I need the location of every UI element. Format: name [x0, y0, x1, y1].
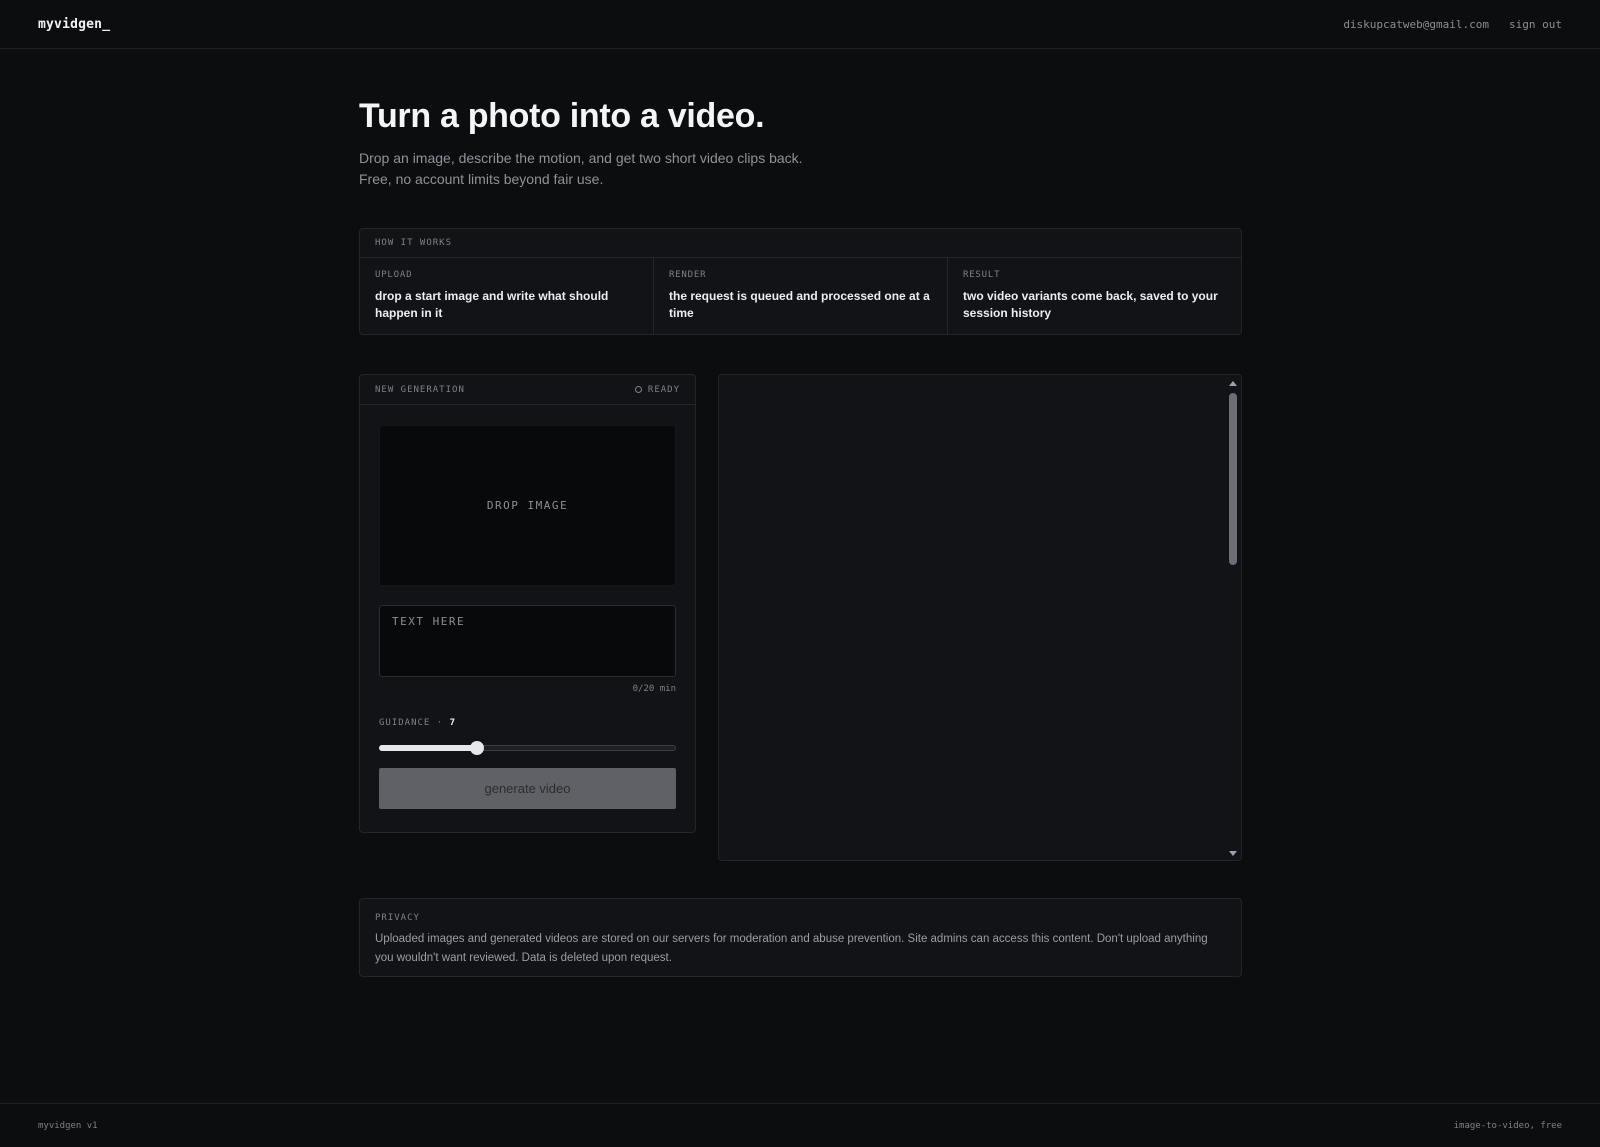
scroll-down-arrow-icon[interactable] [1229, 851, 1237, 856]
step-text: drop a start image and write what should… [375, 289, 609, 320]
step-render: RENDER the request is queued and process… [654, 258, 948, 334]
guidance-value: 7 [449, 718, 457, 728]
page-subtitle: Drop an image, describe the motion, and … [359, 148, 1242, 190]
status-text: READY [647, 384, 680, 395]
generate-video-button[interactable]: generate video [379, 768, 676, 809]
prompt-input[interactable] [379, 605, 676, 677]
generation-header: NEW GENERATION READY [360, 375, 695, 405]
status-badge: READY [634, 384, 680, 395]
footer: myvidgen v1 image-to-video, free [0, 1103, 1600, 1147]
guidance-label: GUIDANCE · 7 [379, 718, 456, 728]
results-panel[interactable] [718, 374, 1242, 861]
char-counter: 0/20 min [632, 684, 676, 694]
step-label: RENDER [669, 270, 707, 280]
step-upload: UPLOAD drop a start image and write what… [360, 258, 654, 334]
new-generation-panel: NEW GENERATION READY DROP IMAGE 0/20 min… [359, 374, 696, 833]
slider-thumb[interactable] [470, 741, 484, 755]
brand-logo[interactable]: myvidgen_ [38, 17, 110, 32]
step-text: the request is queued and processed one … [669, 289, 930, 320]
subtitle-line-2: Free, no account limits beyond fair use. [359, 171, 604, 187]
scroll-up-arrow-icon[interactable] [1229, 381, 1237, 386]
sign-out-link[interactable]: sign out [1509, 18, 1562, 31]
status-indicator-icon [634, 386, 642, 393]
guidance-slider[interactable] [379, 739, 676, 757]
generation-heading: NEW GENERATION [375, 384, 465, 395]
image-dropzone[interactable]: DROP IMAGE [379, 425, 676, 586]
step-text: two video variants come back, saved to y… [963, 289, 1218, 320]
step-result: RESULT two video variants come back, sav… [948, 258, 1241, 334]
scroll-thumb[interactable] [1229, 393, 1237, 565]
account-area: diskupcatweb@gmail.com sign out [1343, 18, 1562, 31]
subtitle-line-1: Drop an image, describe the motion, and … [359, 150, 803, 166]
how-it-works-steps: UPLOAD drop a start image and write what… [360, 258, 1241, 334]
step-label: RESULT [963, 270, 1001, 280]
privacy-label: PRIVACY [375, 913, 420, 923]
page-title: Turn a photo into a video. [359, 97, 765, 135]
slider-fill [379, 745, 477, 751]
footer-version: myvidgen v1 [38, 1120, 98, 1131]
privacy-text: Uploaded images and generated videos are… [375, 933, 1208, 964]
privacy-notice: PRIVACY Uploaded images and generated vi… [359, 898, 1242, 977]
top-bar: myvidgen_ diskupcatweb@gmail.com sign ou… [0, 0, 1600, 49]
results-scrollbar[interactable] [1228, 381, 1238, 856]
how-it-works-heading: HOW IT WORKS [360, 229, 1241, 258]
user-email: diskupcatweb@gmail.com [1343, 17, 1490, 31]
guidance-label-text: GUIDANCE · [379, 718, 444, 728]
how-it-works-panel: HOW IT WORKS UPLOAD drop a start image a… [359, 228, 1242, 335]
footer-tagline: image-to-video, free [1453, 1120, 1562, 1131]
main-content: Turn a photo into a video. Drop an image… [359, 96, 1242, 977]
step-label: UPLOAD [375, 270, 413, 280]
